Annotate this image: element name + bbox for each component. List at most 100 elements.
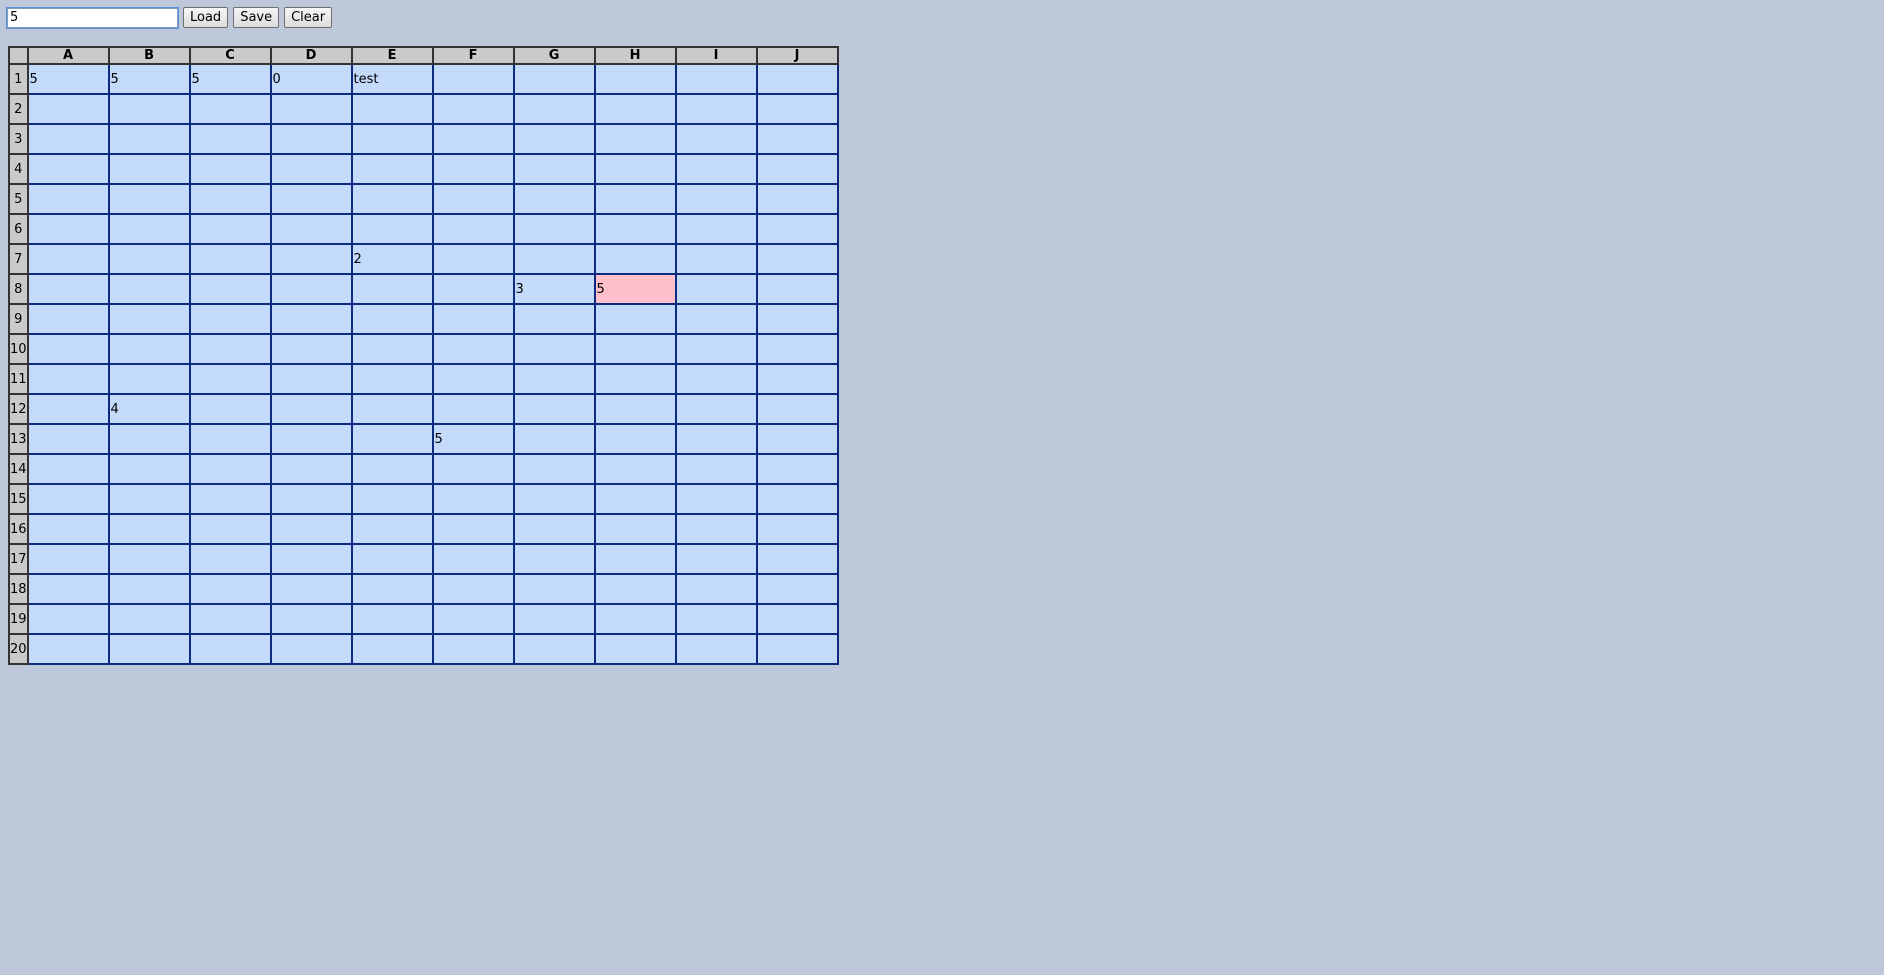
- cell-i8[interactable]: [674, 273, 758, 305]
- cell-h8[interactable]: 5: [593, 273, 677, 305]
- cell-e19[interactable]: [350, 603, 434, 635]
- cell-i9[interactable]: [674, 303, 758, 335]
- cell-f6[interactable]: [431, 213, 515, 245]
- cell-h20[interactable]: [593, 633, 677, 665]
- save-button[interactable]: Save: [233, 7, 280, 28]
- cell-g11[interactable]: [512, 363, 596, 395]
- cell-a1[interactable]: 5: [26, 63, 110, 95]
- cell-b13[interactable]: [107, 423, 191, 455]
- cell-e6[interactable]: [350, 213, 434, 245]
- cell-c6[interactable]: [188, 213, 272, 245]
- cell-i7[interactable]: [674, 243, 758, 275]
- cell-g2[interactable]: [512, 93, 596, 125]
- cell-e12[interactable]: [350, 393, 434, 425]
- cell-b14[interactable]: [107, 453, 191, 485]
- cell-b19[interactable]: [107, 603, 191, 635]
- cell-d16[interactable]: [269, 513, 353, 545]
- cell-b16[interactable]: [107, 513, 191, 545]
- cell-a10[interactable]: [26, 333, 110, 365]
- cell-d8[interactable]: [269, 273, 353, 305]
- cell-f16[interactable]: [431, 513, 515, 545]
- cell-h11[interactable]: [593, 363, 677, 395]
- cell-j1[interactable]: [755, 63, 839, 95]
- cell-h12[interactable]: [593, 393, 677, 425]
- cell-c15[interactable]: [188, 483, 272, 515]
- cell-g15[interactable]: [512, 483, 596, 515]
- cell-g19[interactable]: [512, 603, 596, 635]
- cell-d14[interactable]: [269, 453, 353, 485]
- cell-i19[interactable]: [674, 603, 758, 635]
- cell-b15[interactable]: [107, 483, 191, 515]
- cell-f12[interactable]: [431, 393, 515, 425]
- cell-b9[interactable]: [107, 303, 191, 335]
- cell-f7[interactable]: [431, 243, 515, 275]
- cell-e2[interactable]: [350, 93, 434, 125]
- cell-e10[interactable]: [350, 333, 434, 365]
- cell-b3[interactable]: [107, 123, 191, 155]
- cell-c3[interactable]: [188, 123, 272, 155]
- cell-g18[interactable]: [512, 573, 596, 605]
- load-button[interactable]: Load: [183, 7, 229, 28]
- cell-j12[interactable]: [755, 393, 839, 425]
- cell-h2[interactable]: [593, 93, 677, 125]
- cell-g1[interactable]: [512, 63, 596, 95]
- cell-i15[interactable]: [674, 483, 758, 515]
- cell-d19[interactable]: [269, 603, 353, 635]
- cell-a11[interactable]: [26, 363, 110, 395]
- cell-j16[interactable]: [755, 513, 839, 545]
- cell-a9[interactable]: [26, 303, 110, 335]
- cell-j14[interactable]: [755, 453, 839, 485]
- cell-d12[interactable]: [269, 393, 353, 425]
- cell-c16[interactable]: [188, 513, 272, 545]
- cell-g13[interactable]: [512, 423, 596, 455]
- cell-g14[interactable]: [512, 453, 596, 485]
- cell-e4[interactable]: [350, 153, 434, 185]
- cell-g16[interactable]: [512, 513, 596, 545]
- cell-b18[interactable]: [107, 573, 191, 605]
- cell-h18[interactable]: [593, 573, 677, 605]
- cell-a7[interactable]: [26, 243, 110, 275]
- cell-b5[interactable]: [107, 183, 191, 215]
- cell-d13[interactable]: [269, 423, 353, 455]
- cell-h6[interactable]: [593, 213, 677, 245]
- cell-g9[interactable]: [512, 303, 596, 335]
- cell-i13[interactable]: [674, 423, 758, 455]
- cell-d15[interactable]: [269, 483, 353, 515]
- cell-a18[interactable]: [26, 573, 110, 605]
- cell-h19[interactable]: [593, 603, 677, 635]
- cell-j17[interactable]: [755, 543, 839, 575]
- cell-e3[interactable]: [350, 123, 434, 155]
- cell-f9[interactable]: [431, 303, 515, 335]
- cell-c11[interactable]: [188, 363, 272, 395]
- cell-f11[interactable]: [431, 363, 515, 395]
- cell-a14[interactable]: [26, 453, 110, 485]
- cell-c10[interactable]: [188, 333, 272, 365]
- cell-e18[interactable]: [350, 573, 434, 605]
- cell-b12[interactable]: 4: [107, 393, 191, 425]
- cell-f18[interactable]: [431, 573, 515, 605]
- cell-e5[interactable]: [350, 183, 434, 215]
- cell-d17[interactable]: [269, 543, 353, 575]
- cell-j2[interactable]: [755, 93, 839, 125]
- cell-a3[interactable]: [26, 123, 110, 155]
- cell-j18[interactable]: [755, 573, 839, 605]
- cell-e17[interactable]: [350, 543, 434, 575]
- cell-a2[interactable]: [26, 93, 110, 125]
- cell-d10[interactable]: [269, 333, 353, 365]
- cell-c12[interactable]: [188, 393, 272, 425]
- cell-j8[interactable]: [755, 273, 839, 305]
- cell-c8[interactable]: [188, 273, 272, 305]
- cell-h16[interactable]: [593, 513, 677, 545]
- cell-j15[interactable]: [755, 483, 839, 515]
- cell-d18[interactable]: [269, 573, 353, 605]
- cell-b8[interactable]: [107, 273, 191, 305]
- cell-j13[interactable]: [755, 423, 839, 455]
- cell-a13[interactable]: [26, 423, 110, 455]
- cell-e9[interactable]: [350, 303, 434, 335]
- cell-j11[interactable]: [755, 363, 839, 395]
- cell-i14[interactable]: [674, 453, 758, 485]
- cell-j10[interactable]: [755, 333, 839, 365]
- cell-c1[interactable]: 5: [188, 63, 272, 95]
- cell-i5[interactable]: [674, 183, 758, 215]
- cell-e14[interactable]: [350, 453, 434, 485]
